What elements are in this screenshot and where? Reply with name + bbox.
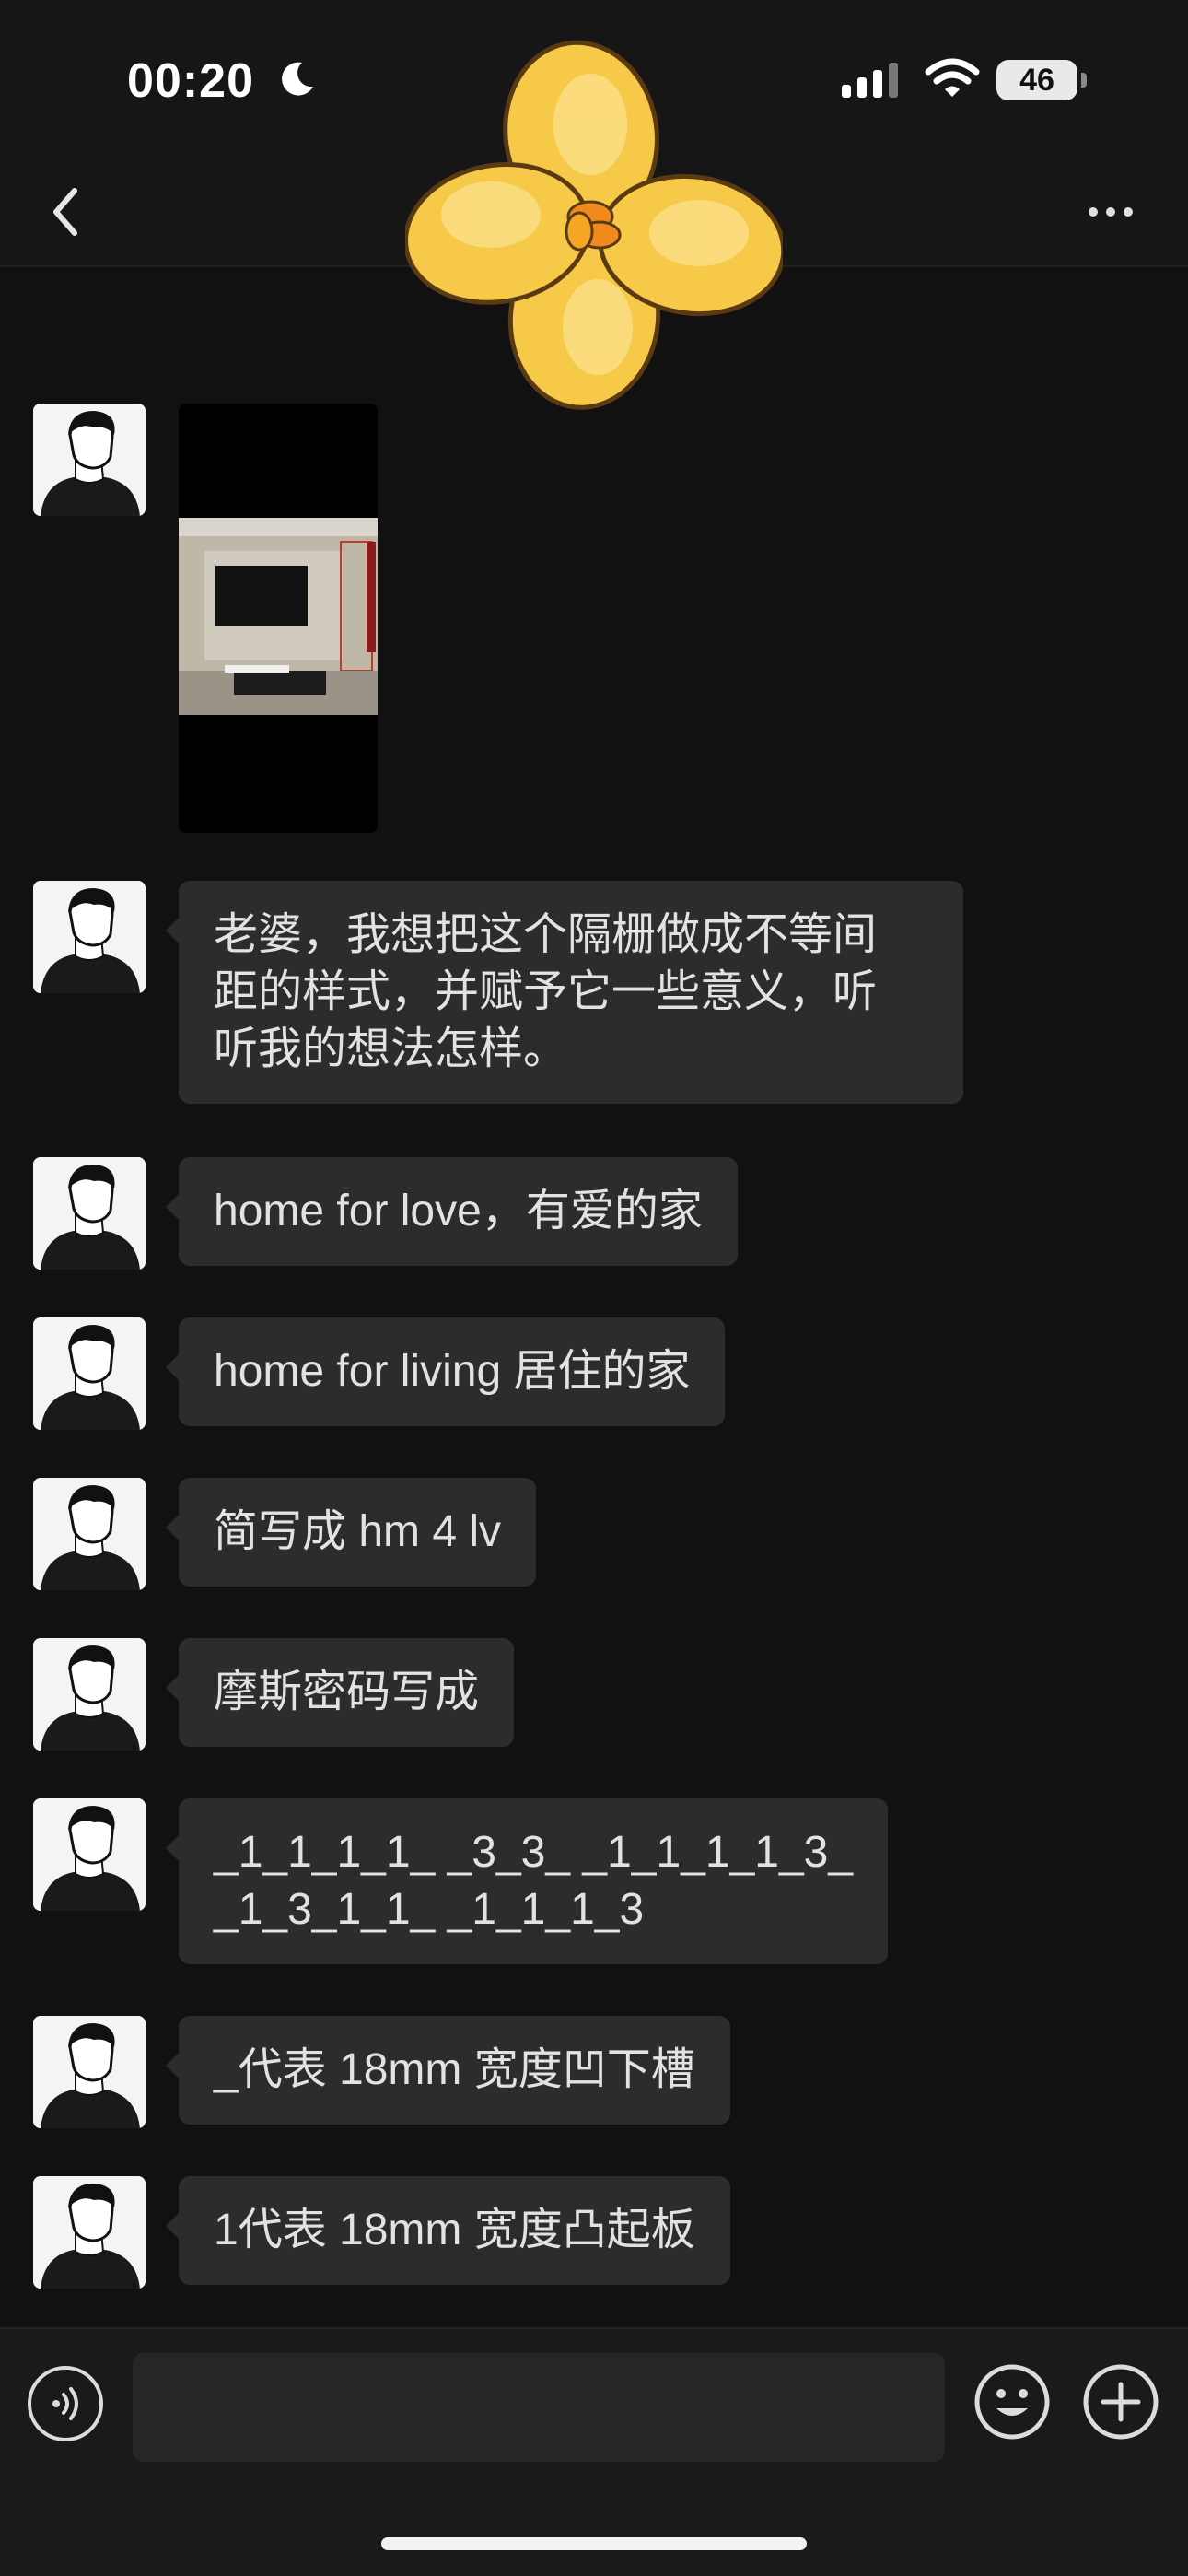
message-line: _1_3_1_1_ _1_1_1_3 [214, 1885, 645, 1934]
moon-icon [282, 62, 313, 96]
cellular-signal-icon [842, 63, 898, 98]
status-time: 00:20 [127, 54, 254, 108]
message-line: 1代表 18mm 宽度凸起板 [214, 2206, 695, 2254]
person-avatar-icon [33, 1317, 146, 1430]
voice-icon [52, 2387, 78, 2420]
message-line: _1_1_1_1_ _3_3_ _1_1_1_1_3_ [214, 1828, 854, 1877]
chat-screen: 00:20 46 昨 1 [0, 0, 1188, 2576]
emoji-icon[interactable] [973, 2362, 1052, 2441]
battery-tip [1081, 73, 1087, 88]
person-avatar-icon [33, 2016, 146, 2128]
avatar[interactable] [33, 881, 146, 993]
avatar[interactable] [33, 1798, 146, 1911]
avatar[interactable] [33, 2176, 146, 2289]
avatar[interactable] [33, 1317, 146, 1430]
yellow-flower-sticker [405, 40, 783, 410]
more-dot [1106, 207, 1115, 217]
wifi-icon [925, 58, 980, 97]
person-avatar-icon [33, 1638, 146, 1751]
chevron-left-icon [53, 188, 77, 236]
person-avatar-icon [33, 1157, 146, 1270]
message-bubble[interactable]: 简写成 hm 4 lv [165, 1478, 537, 1587]
person-avatar-icon [33, 1798, 146, 1911]
person-avatar-icon [33, 404, 146, 516]
message-bubble[interactable]: _1_1_1_1_ _3_3_ _1_1_1_1_3_ _1_3_1_1_ _1… [165, 1798, 889, 1964]
image-message[interactable] [179, 404, 378, 833]
message-bubble[interactable]: _代表 18mm 宽度凹下槽 [166, 2016, 730, 2125]
plus-icon[interactable] [1081, 2362, 1160, 2441]
message-line: 距的样式，并赋予它一些意义，听 [214, 967, 878, 1016]
message-line: 听我的想法怎样。 [214, 1025, 568, 1073]
message-line: 简写成 hm 4 lv [214, 1507, 502, 1556]
avatar[interactable] [33, 1157, 146, 1270]
message-bubble[interactable]: 摩斯密码写成 [165, 1638, 515, 1747]
message-bubble[interactable]: home for living 居住的家 [165, 1317, 726, 1426]
person-avatar-icon [33, 1478, 146, 1590]
avatar[interactable] [33, 404, 146, 516]
message-line: _代表 18mm 宽度凹下槽 [214, 2045, 695, 2094]
battery-level: 46 [1019, 63, 1054, 98]
back-button[interactable] [33, 180, 98, 244]
message-line: 摩斯密码写成 [214, 1668, 480, 1716]
more-dot [1124, 207, 1133, 217]
message-line: 老婆，我想把这个隔栅做成不等间 [214, 910, 878, 959]
avatar[interactable] [33, 1638, 146, 1751]
message-line: home for living 居住的家 [214, 1347, 691, 1396]
more-button[interactable] [1074, 184, 1147, 240]
message-line: home for love，有爱的家 [214, 1187, 703, 1235]
living-room-photo [179, 404, 378, 833]
avatar[interactable] [33, 1478, 146, 1590]
message-bubble[interactable]: 1代表 18mm 宽度凸起板 [166, 2176, 730, 2285]
battery-icon: 46 [996, 60, 1077, 100]
more-dot [1089, 207, 1098, 217]
home-indicator[interactable] [381, 2537, 807, 2550]
message-bubble[interactable]: 老婆，我想把这个隔栅做成不等间 距的样式，并赋予它一些意义，听 听我的想法怎样。 [166, 881, 963, 1104]
message-input[interactable] [133, 2353, 945, 2462]
message-bubble[interactable]: home for love，有爱的家 [166, 1157, 738, 1266]
voice-button[interactable] [28, 2366, 103, 2441]
person-avatar-icon [33, 881, 146, 993]
avatar[interactable] [33, 2016, 146, 2128]
person-avatar-icon [33, 2176, 146, 2289]
